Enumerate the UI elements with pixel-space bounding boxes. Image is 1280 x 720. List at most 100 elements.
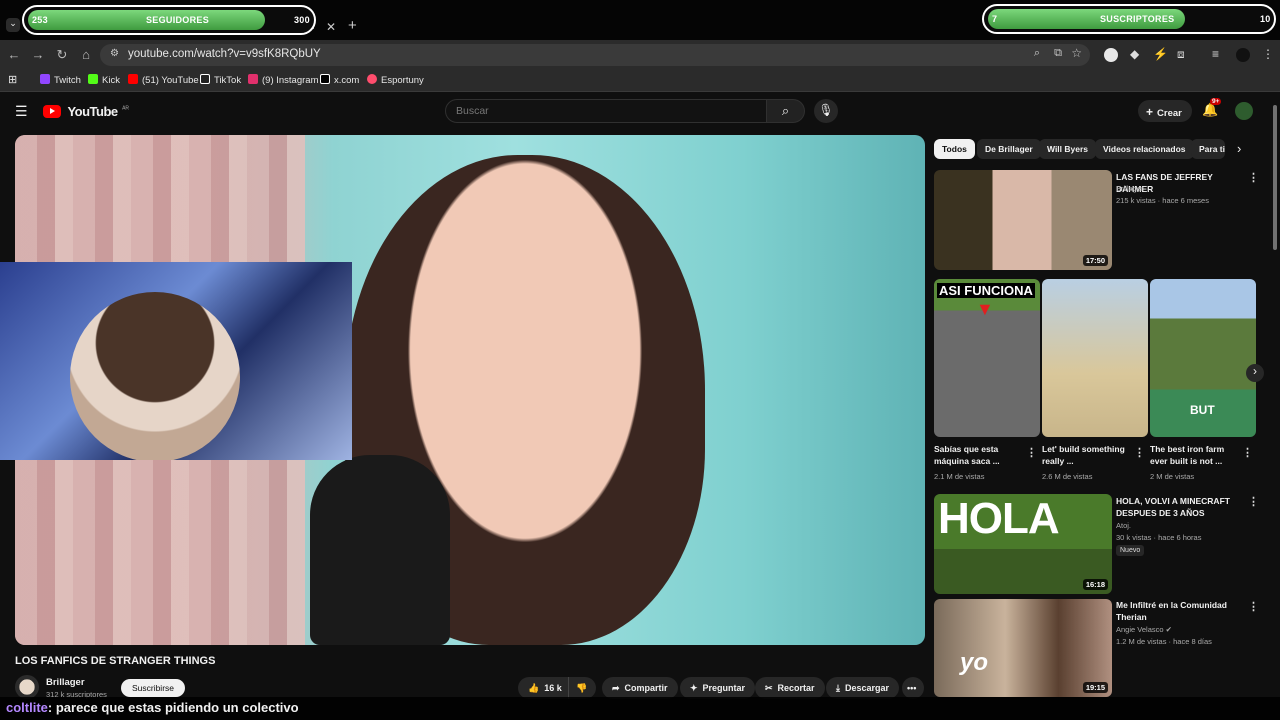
short-title[interactable]: Let' build something really ...	[1042, 443, 1130, 467]
media-control-icon[interactable]: ≡	[1212, 47, 1219, 61]
hamburger-menu-icon[interactable]: ☰	[15, 103, 28, 120]
extension-1-icon[interactable]	[1104, 48, 1118, 62]
microphone-icon: 🎙	[818, 103, 834, 117]
channel-avatar[interactable]	[15, 675, 39, 699]
profile-icon[interactable]	[1236, 48, 1250, 62]
bookmark-x[interactable]: x.com	[320, 74, 359, 86]
bookmark-twitch[interactable]: Twitch	[40, 74, 81, 86]
browser-menu-icon[interactable]: ⋮	[1262, 47, 1274, 61]
chip-para-ti[interactable]: Para ti	[1191, 139, 1225, 159]
followers-current: 253	[32, 15, 48, 25]
extension-3-icon[interactable]: ⚡	[1153, 47, 1168, 61]
streamer-figure	[70, 292, 240, 460]
short-thumbnail[interactable]: BUT	[1150, 279, 1256, 437]
bookmark-youtube[interactable]: (51) YouTube	[128, 74, 199, 86]
account-avatar[interactable]	[1235, 102, 1253, 120]
short-views: 2 M de vistas	[1150, 472, 1195, 481]
address-toolbar: ← → ↻ ⌂ ⚙ youtube.com/watch?v=v9sfK8RQbU…	[0, 40, 1280, 70]
bookmarks-bar: ⊞ Twitch Kick (51) YouTube TikTok (9) In…	[0, 70, 1280, 92]
zoom-icon[interactable]: ⌕	[1034, 47, 1040, 60]
chat-text: : parece que estas pidiendo un colectivo	[47, 700, 299, 715]
extensions-puzzle-icon[interactable]: ⧈	[1177, 47, 1185, 62]
dislike-button[interactable]: 👎	[568, 677, 596, 699]
youtube-logo[interactable]: YouTube AR	[43, 103, 129, 121]
video-duration: 17:50	[1082, 255, 1108, 266]
short-title[interactable]: Sabías que esta máquina saca ...	[934, 443, 1022, 467]
site-info-icon[interactable]: ⚙	[110, 48, 119, 59]
notifications-badge: 9+	[1210, 98, 1222, 105]
download-button[interactable]: ⤓ Descargar	[826, 677, 900, 699]
back-icon[interactable]: ←	[6, 47, 22, 62]
recommended-thumbnail[interactable]: HOLA 16:18	[934, 494, 1112, 594]
url-field[interactable]: ⚙ youtube.com/watch?v=v9sfK8RQbUY ⌕ ⧉ ☆	[100, 44, 1090, 66]
notifications-button[interactable]: 🔔 9+	[1202, 98, 1222, 118]
followers-goal-widget: 253 SEGUIDORES 300	[22, 5, 316, 35]
recommended-channel[interactable]: Brillager	[1116, 184, 1144, 193]
region-code: AR	[122, 105, 130, 112]
forward-icon[interactable]: →	[30, 47, 46, 62]
more-actions-button[interactable]: •••	[902, 677, 924, 699]
home-icon[interactable]: ⌂	[78, 47, 94, 62]
chip-de-brillager[interactable]: De Brillager	[977, 139, 1041, 159]
youtube-wordmark: YouTube	[67, 104, 118, 119]
create-button[interactable]: + Crear	[1138, 100, 1192, 122]
youtube-icon	[128, 74, 138, 84]
more-options-icon[interactable]: ⋮	[1248, 600, 1259, 613]
short-title[interactable]: The best iron farm ever built is not ...	[1150, 443, 1240, 467]
more-options-icon[interactable]: ⋮	[1134, 446, 1145, 459]
recommended-thumbnail[interactable]: yo 19:15	[934, 599, 1112, 697]
recommended-title[interactable]: Me Infiltré en la Comunidad Therian	[1116, 599, 1244, 623]
stream-chat-message: coltlite: parece que estas pidiendo un c…	[0, 697, 1280, 720]
channel-name[interactable]: Brillager	[46, 677, 85, 688]
more-options-icon[interactable]: ⋮	[1242, 446, 1253, 459]
thumbs-down-icon: 👎	[576, 683, 588, 693]
chip-todos[interactable]: Todos	[934, 139, 975, 159]
subscribe-button[interactable]: Suscribirse	[121, 679, 185, 697]
share-button[interactable]: ➦ Compartir	[602, 677, 678, 699]
extension-2-icon[interactable]: ◆	[1130, 47, 1139, 61]
recommended-title[interactable]: HOLA, VOLVI A MINECRAFT DESPUES DE 3 AÑO…	[1116, 495, 1244, 519]
chip-will-byers[interactable]: Will Byers	[1039, 139, 1097, 159]
tab-search-icon[interactable]: ⌄	[6, 18, 20, 32]
ask-button[interactable]: ✦ Preguntar	[680, 677, 756, 699]
chat-username: coltlite	[6, 700, 48, 715]
close-tab-icon[interactable]: ✕	[326, 20, 336, 34]
short-thumbnail[interactable]	[1042, 279, 1148, 437]
short-overlay-text: BUT	[1190, 403, 1215, 417]
reload-icon[interactable]: ↻	[54, 47, 70, 63]
short-views: 2.1 M de vistas	[934, 472, 985, 481]
bookmark-esportuny[interactable]: Esportuny	[367, 74, 424, 86]
chips-next-icon[interactable]: ›	[1237, 141, 1241, 156]
more-options-icon[interactable]: ⋮	[1026, 446, 1037, 459]
clip-button[interactable]: ✂ Recortar	[755, 677, 825, 699]
search-input[interactable]: Buscar	[445, 99, 767, 123]
shorts-next-icon[interactable]: ›	[1246, 364, 1264, 382]
video-title: LOS FANFICS DE STRANGER THINGS	[15, 655, 216, 667]
cast-icon[interactable]: ⧉	[1054, 47, 1062, 60]
more-options-icon[interactable]: ⋮	[1248, 171, 1259, 184]
like-button[interactable]: 👍 16 k	[518, 677, 568, 699]
chip-videos-relacionados[interactable]: Videos relacionados	[1095, 139, 1194, 159]
more-options-icon[interactable]: ⋮	[1248, 495, 1259, 508]
video-duration: 19:15	[1082, 682, 1108, 693]
subscribers-goal: 10	[1260, 14, 1271, 24]
bookmark-star-icon[interactable]: ☆	[1071, 46, 1082, 60]
recommended-meta: 1.2 M de vistas · hace 8 días	[1116, 637, 1212, 646]
thumbs-up-icon: 👍	[528, 683, 540, 693]
recommended-meta: 215 k vistas · hace 6 meses	[1116, 196, 1209, 205]
recommended-channel[interactable]: Atoj.	[1116, 521, 1131, 530]
short-thumbnail[interactable]: ASI FUNCIONA ▼	[934, 279, 1040, 437]
bookmark-tiktok[interactable]: TikTok	[200, 74, 241, 86]
video-frame-microphone	[310, 455, 450, 645]
recommended-thumbnail[interactable]: 17:50	[934, 170, 1112, 270]
apps-icon[interactable]: ⊞	[8, 73, 17, 86]
search-button[interactable]: ⌕	[767, 99, 805, 123]
recommended-channel[interactable]: Angie Velasco ✔	[1116, 625, 1172, 634]
scrollbar-thumb[interactable]	[1273, 105, 1277, 250]
arrow-down-icon: ▼	[976, 299, 994, 319]
subscribers-label: SUSCRIPTORES	[1100, 14, 1175, 24]
bookmark-kick[interactable]: Kick	[88, 74, 120, 86]
new-tab-icon[interactable]: +	[348, 17, 357, 34]
voice-search-button[interactable]: 🎙	[814, 99, 838, 123]
bookmark-instagram[interactable]: (9) Instagram	[248, 74, 319, 86]
